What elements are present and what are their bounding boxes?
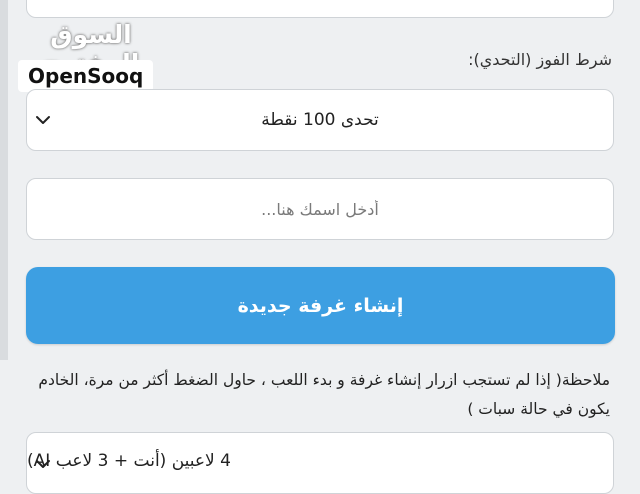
note-text: ملاحظة( إذا لم تستجب ازرار إنشاء غرفة و … (38, 371, 610, 418)
left-edge-bar (0, 0, 8, 360)
top-field-partial[interactable] (26, 0, 614, 18)
watermark-brand: OpenSooq (18, 60, 154, 92)
create-room-button[interactable]: إنشاء غرفة جديدة (26, 267, 615, 344)
chevron-down-icon (36, 460, 50, 468)
win-condition-label: شرط الفوز (التحدي): (468, 50, 612, 69)
players-select[interactable]: 4 لاعبين (أنت + 3 لاعب AI) (26, 432, 614, 494)
player-name-input[interactable] (26, 178, 614, 240)
win-condition-select[interactable]: تحدى 100 نقطة (26, 89, 614, 151)
chevron-down-icon (36, 116, 50, 124)
players-select-value: 4 لاعبين (أنت + 3 لاعب AI) (27, 451, 231, 471)
win-condition-value: تحدى 100 نقطة (261, 110, 379, 130)
